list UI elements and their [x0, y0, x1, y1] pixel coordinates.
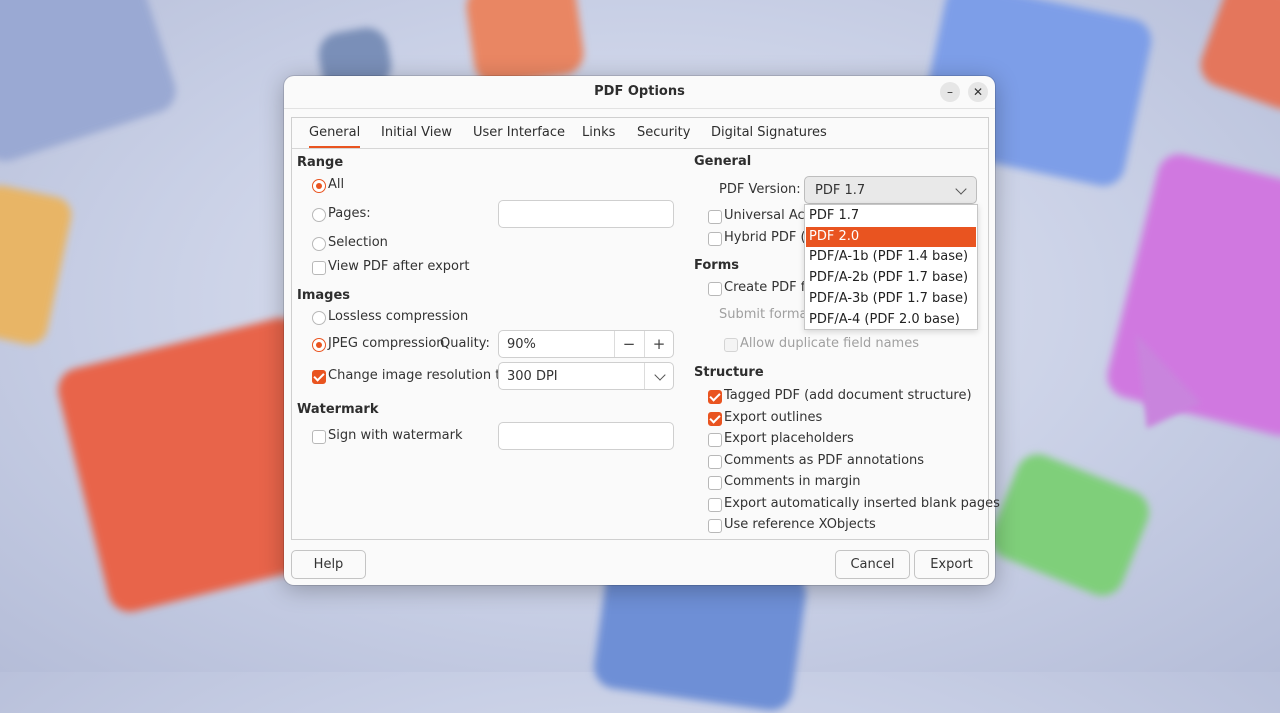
title-bar[interactable]: PDF Options – ✕ [284, 76, 995, 109]
structure-checkbox[interactable] [708, 390, 722, 404]
resolution-combo[interactable]: 300 DPI [498, 362, 674, 390]
background-shape [0, 182, 75, 348]
plus-icon[interactable]: + [645, 335, 673, 353]
pdf-version-option[interactable]: PDF 2.0 [806, 226, 976, 247]
structure-option-label[interactable]: Export placeholders [724, 431, 854, 446]
combo-divider [644, 363, 645, 389]
pages-input[interactable] [498, 200, 674, 228]
sign-watermark-label[interactable]: Sign with watermark [328, 428, 463, 443]
structure-checkbox[interactable] [708, 476, 722, 490]
resolution-value: 300 DPI [507, 369, 558, 384]
universal-access-checkbox[interactable] [708, 210, 722, 224]
tab-links[interactable]: Links [582, 125, 615, 140]
range-pages-label[interactable]: Pages: [328, 206, 371, 221]
hybrid-pdf-label[interactable]: Hybrid PDF (e [724, 230, 814, 245]
minus-icon[interactable]: − [615, 335, 643, 353]
structure-checkbox[interactable] [708, 454, 722, 469]
structure-checkbox[interactable] [708, 411, 722, 426]
pdf-version-option[interactable]: PDF/A-2b (PDF 1.7 base) [806, 268, 976, 288]
range-selection-label[interactable]: Selection [328, 235, 388, 250]
pdf-version-option[interactable]: PDF/A-1b (PDF 1.4 base) [806, 247, 976, 267]
structure-checkbox[interactable] [708, 497, 722, 512]
chevron-down-icon[interactable] [654, 369, 666, 381]
pdf-version-option[interactable]: PDF 1.7 [806, 206, 976, 226]
view-pdf-checkbox[interactable] [312, 261, 326, 275]
watermark-text-input [498, 422, 674, 450]
chevron-down-icon[interactable] [955, 183, 967, 195]
view-pdf-label[interactable]: View PDF after export [328, 259, 469, 274]
background-shape [463, 0, 587, 88]
structure-option-label[interactable]: Comments in margin [724, 474, 860, 489]
range-pages-radio[interactable] [312, 208, 326, 222]
structure-option-label[interactable]: Tagged PDF (add document structure) [724, 388, 972, 403]
watermark-heading: Watermark [297, 402, 379, 417]
background-shape [984, 447, 1156, 603]
structure-checkbox[interactable] [708, 519, 722, 533]
change-resolution-label[interactable]: Change image resolution to: [328, 368, 513, 383]
tab-security[interactable]: Security [637, 125, 690, 140]
forms-heading: Forms [694, 258, 739, 273]
tab-general[interactable]: General [309, 125, 361, 148]
tab-panel: General Initial View User Interface Link… [291, 117, 1000, 540]
pdf-version-option[interactable]: PDF/A-3b (PDF 1.7 base) [806, 289, 976, 309]
pdf-version-dropdown: PDF 1.7 PDF 2.0 PDF/A-1b (PDF 1.4 base) PDF… [804, 204, 978, 330]
structure-option-label[interactable]: Export automatically inserted blank page… [724, 496, 1000, 511]
quality-label: Quality: [440, 336, 490, 351]
structure-option-label[interactable]: Use reference XObjects [724, 517, 876, 532]
pdf-version-option[interactable]: PDF/A-4 (PDF 2.0 base) [806, 310, 976, 330]
create-pdf-form-checkbox[interactable] [708, 282, 722, 296]
range-heading: Range [297, 155, 344, 170]
lossless-label[interactable]: Lossless compression [328, 309, 468, 324]
range-all-label[interactable]: All [328, 177, 344, 192]
range-selection-radio[interactable] [312, 237, 326, 251]
tab-bar: General Initial View User Interface Link… [292, 118, 988, 149]
pdf-options-dialog: PDF Options – ✕ General Initial View Use… [284, 76, 1000, 585]
range-all-radio[interactable] [312, 179, 326, 193]
allow-duplicate-label: Allow duplicate field names [740, 336, 919, 351]
quality-value: 90% [507, 337, 536, 352]
create-pdf-form-label[interactable]: Create PDF fo [724, 280, 813, 295]
close-button[interactable]: ✕ [968, 82, 988, 102]
structure-option-label[interactable]: Export outlines [724, 410, 822, 425]
cancel-button[interactable]: Cancel [835, 550, 910, 579]
change-resolution-checkbox[interactable] [312, 370, 326, 384]
background-shape [1194, 0, 1280, 116]
dialog-title: PDF Options [594, 84, 685, 99]
tab-initial-view[interactable]: Initial View [381, 125, 452, 140]
help-button[interactable]: Help [291, 550, 366, 579]
quality-stepper[interactable]: 90% − + [498, 330, 674, 358]
structure-checkbox[interactable] [708, 433, 722, 447]
jpeg-label[interactable]: JPEG compression [328, 336, 445, 351]
sign-watermark-checkbox[interactable] [312, 430, 326, 444]
submit-format-label: Submit format [719, 307, 813, 322]
allow-duplicate-checkbox [724, 338, 738, 352]
lossless-radio[interactable] [312, 311, 326, 325]
structure-option-label[interactable]: Comments as PDF annotations [724, 453, 924, 468]
background-shape [0, 0, 182, 167]
pdf-version-value: PDF 1.7 [815, 183, 866, 198]
images-heading: Images [297, 288, 351, 303]
jpeg-radio[interactable] [312, 338, 326, 352]
hybrid-pdf-checkbox[interactable] [708, 232, 722, 246]
minimize-button[interactable]: – [940, 82, 960, 102]
pdf-version-label: PDF Version: [719, 182, 801, 197]
tab-digital-signatures[interactable]: Digital Signatures [711, 125, 827, 140]
pdf-version-combo[interactable]: PDF 1.7 [804, 176, 977, 204]
structure-heading: Structure [694, 365, 764, 380]
general-heading: General [694, 154, 752, 169]
export-button[interactable]: Export [914, 550, 989, 579]
tab-user-interface[interactable]: User Interface [473, 125, 565, 140]
